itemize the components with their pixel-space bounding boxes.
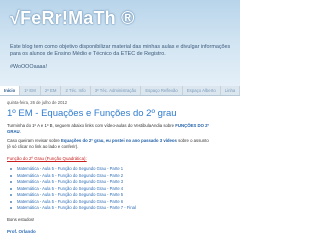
equations-paragraph: Caso queiram revisar sobre Equações do 2…	[7, 138, 213, 150]
blog-header: √FeRr!MaTh ® Este blog tem como objetivo…	[0, 0, 240, 86]
lesson-list: Matemática - Aula 5 - Função do Segundo …	[7, 166, 213, 212]
intro-text: Turminha do 1º A e 1º B, seguem abaixo l…	[7, 123, 176, 128]
post-body: Turminha do 1º A e 1º B, seguem abaixo l…	[7, 123, 213, 235]
tab-1-em[interactable]: 1º EM	[20, 86, 41, 95]
tab-inicio[interactable]: Início	[0, 86, 21, 95]
intro-suffix: .	[19, 129, 21, 134]
post-title[interactable]: 1º EM - Equações e Funções do 2º grau	[7, 108, 213, 119]
signoff-text: Bons estudos!	[7, 216, 35, 222]
post-date: quinta-feira, 26 de julho de 2012	[7, 100, 68, 105]
tab-2-tec-info[interactable]: 2 Téc. Info	[61, 86, 91, 95]
equations-link[interactable]: Equações do 2º grau, eu postei no ano pa…	[61, 138, 177, 143]
intro-paragraph: Turminha do 1º A e 1º B, seguem abaixo l…	[7, 123, 213, 135]
page-tabs: Início 1º EM 2º EM 2 Téc. Info 3º Téc. A…	[0, 86, 241, 96]
blog-title[interactable]: √FeRr!MaTh ®	[10, 8, 135, 29]
tab-2-em[interactable]: 2º EM	[41, 86, 62, 95]
equations-text: Caso queiram revisar sobre	[7, 138, 61, 143]
post: quinta-feira, 26 de julho de 2012 1º EM …	[7, 100, 213, 235]
section-heading: Função do 2º Grau (Função Quadrática):	[7, 156, 87, 161]
tab-espaco-alberto[interactable]: Espaço Alberto	[183, 86, 221, 95]
tab-3-tec-adm[interactable]: 3º Téc. Administração	[91, 86, 142, 95]
lesson-link[interactable]: Matemática - Aula 5 - Função do Segundo …	[7, 205, 213, 212]
tab-espaco-reflexao[interactable]: Espaço Reflexão	[141, 86, 183, 95]
tab-linha[interactable]: Linha	[221, 86, 241, 95]
author-name: Prof. Orlando	[7, 228, 36, 234]
tagline-text: #WoOOOaaaa!	[10, 64, 48, 70]
description-text: Este blog tem como objetivo disponibiliz…	[10, 44, 231, 57]
blog-description: Este blog tem como objetivo disponibiliz…	[10, 44, 235, 77]
